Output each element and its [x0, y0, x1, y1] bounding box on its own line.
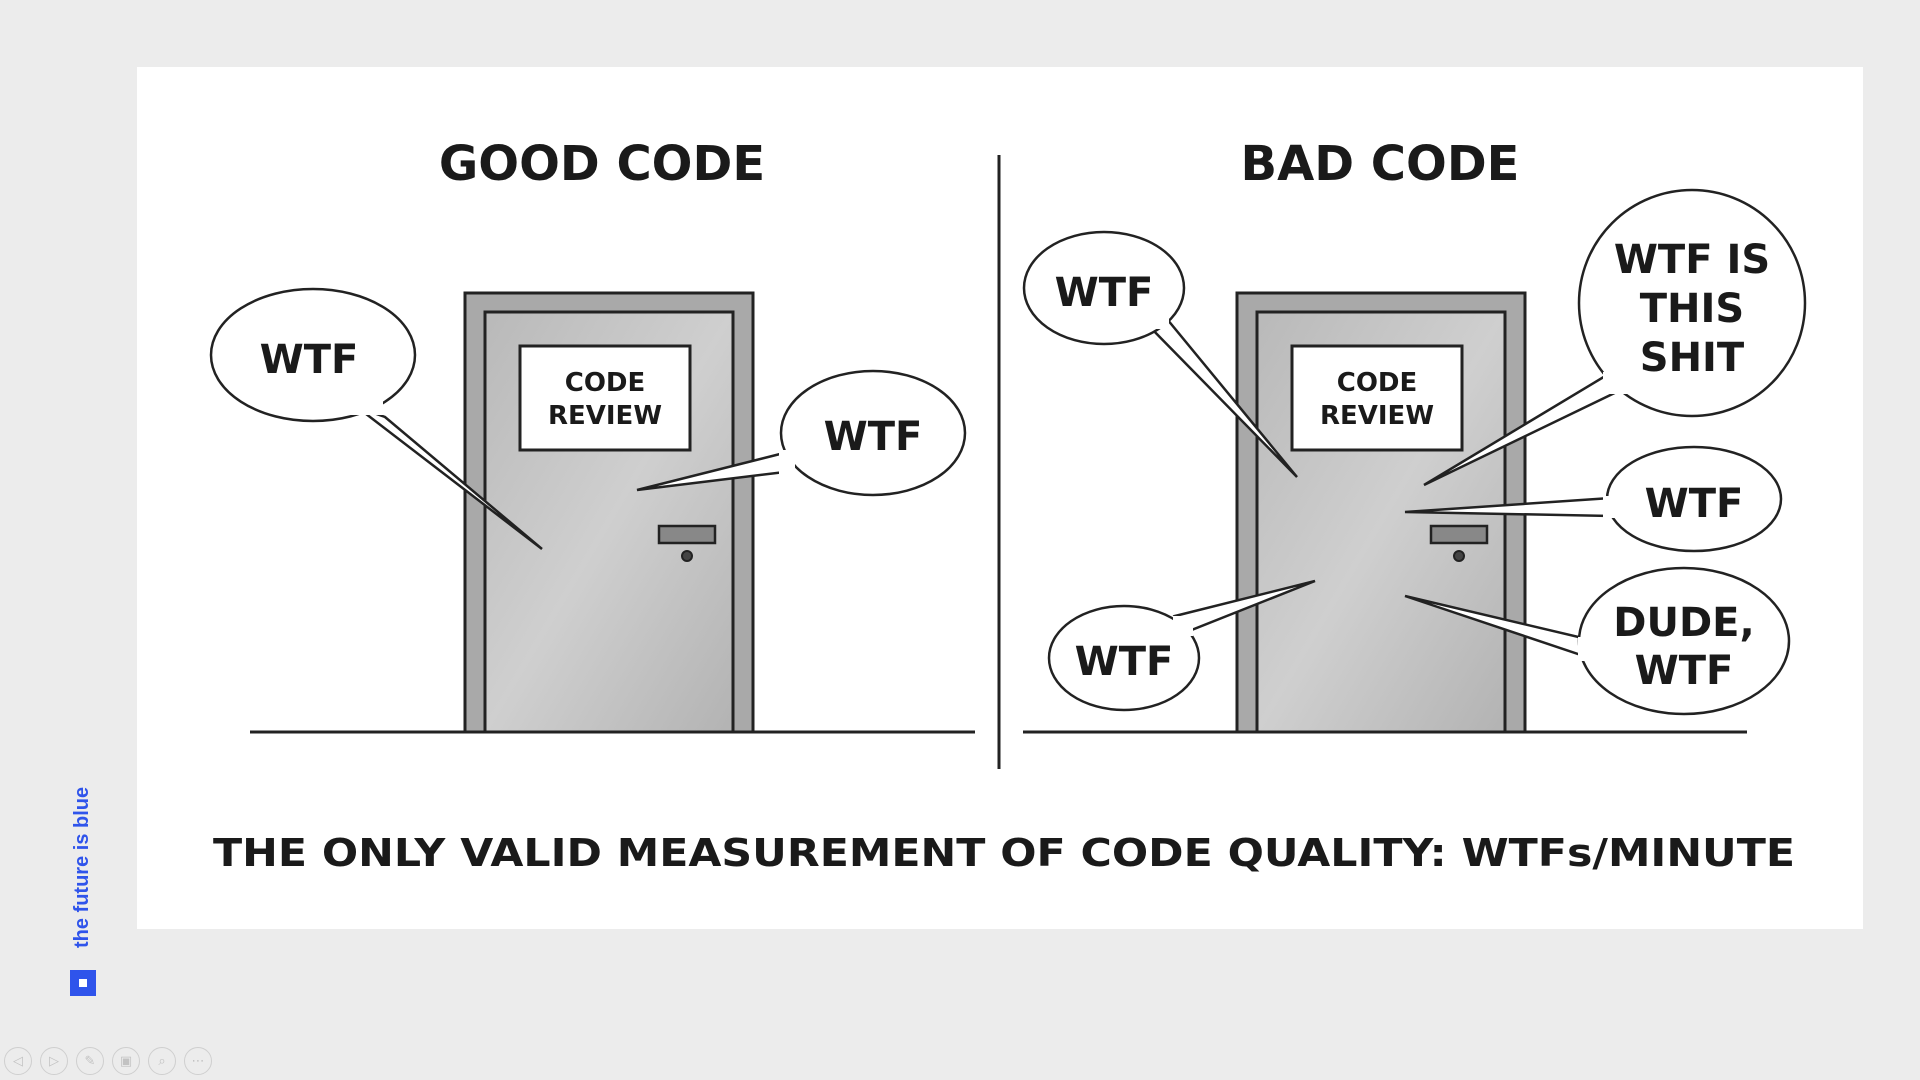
- next-icon[interactable]: ▷: [40, 1047, 68, 1075]
- bubble-text: DUDE,: [1613, 600, 1754, 646]
- more-icon[interactable]: ⋯: [184, 1047, 212, 1075]
- door-sign-line1: CODE: [565, 368, 646, 398]
- bubble-text: WTF: [1645, 481, 1744, 527]
- presentation-toolbar: ◁ ▷ ✎ ▣ ⌕ ⋯: [4, 1047, 212, 1075]
- bubble-text: WTF: [260, 337, 359, 383]
- previous-icon[interactable]: ◁: [4, 1047, 32, 1075]
- presentation-stage: GOOD CODE BAD CODE CODE REVIEW CODE REVI…: [0, 0, 1920, 1080]
- bubble-text: THIS: [1640, 286, 1744, 332]
- bubble-text: WTF: [1635, 648, 1734, 694]
- slides-icon[interactable]: ▣: [112, 1047, 140, 1075]
- slide: GOOD CODE BAD CODE CODE REVIEW CODE REVI…: [137, 67, 1863, 929]
- bubble-text: SHIT: [1640, 335, 1745, 381]
- door-sign-line2: REVIEW: [1320, 401, 1434, 431]
- bubble-text: WTF: [1075, 639, 1174, 685]
- pen-icon[interactable]: ✎: [76, 1047, 104, 1075]
- bubble-text: WTF: [1055, 270, 1154, 316]
- bubble-text: WTF IS: [1614, 237, 1770, 283]
- brand-label: the future is blue: [71, 786, 93, 948]
- bubble-text: WTF: [824, 414, 923, 460]
- door-sign-line1: CODE: [1337, 368, 1418, 398]
- good-code-title: GOOD CODE: [439, 136, 765, 192]
- brand-logo-icon: [70, 970, 96, 996]
- bad-code-title: BAD CODE: [1241, 136, 1520, 192]
- comic-illustration: GOOD CODE BAD CODE CODE REVIEW CODE REVI…: [209, 136, 1807, 875]
- door-sign-line2: REVIEW: [548, 401, 662, 431]
- comic-caption: THE ONLY VALID MEASUREMENT OF CODE QUALI…: [213, 831, 1795, 875]
- door-left: CODE REVIEW: [463, 291, 755, 734]
- zoom-icon[interactable]: ⌕: [148, 1047, 176, 1075]
